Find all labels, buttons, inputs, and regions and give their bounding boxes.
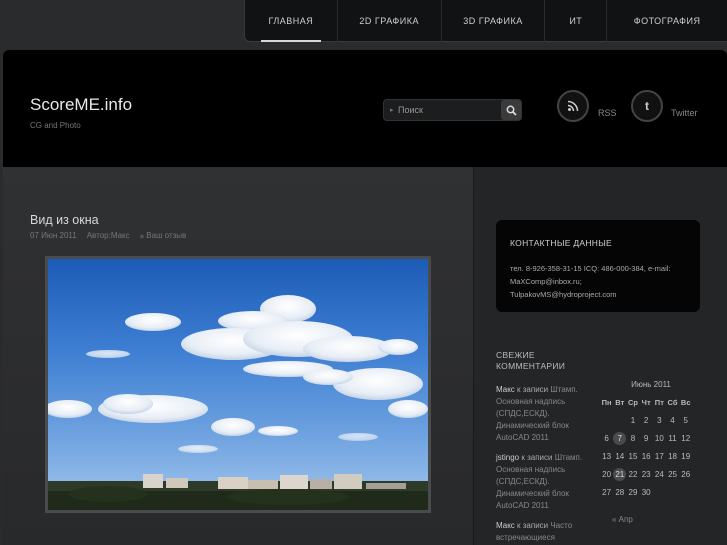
post-feedback-link[interactable]: ◆ Ваш отзыв — [140, 231, 187, 240]
rss-icon — [567, 100, 579, 112]
calendar-day: 27 — [602, 488, 612, 497]
calendar-day[interactable]: 7 — [613, 432, 627, 445]
calendar-day: 9 — [643, 434, 649, 443]
calendar-weekday-header: Ср — [627, 398, 638, 407]
search-button[interactable] — [501, 100, 521, 120]
nav-item-label: ГЛАВНАЯ — [268, 16, 314, 26]
comment-author[interactable]: Макс — [496, 521, 515, 530]
rss-label[interactable]: RSS — [598, 108, 617, 118]
calendar-day: 18 — [668, 452, 677, 461]
search-icon — [506, 105, 517, 116]
calendar-weekday-header: Пт — [654, 398, 664, 407]
nav-item-3d-graphics[interactable]: 3D ГРАФИКА — [442, 0, 546, 42]
nav-item-label: ФОТОГРАФИЯ — [633, 16, 701, 26]
calendar-day: 1 — [630, 416, 636, 425]
calendar-day: 2 — [643, 416, 649, 425]
top-navigation: ГЛАВНАЯ 2D ГРАФИКА 3D ГРАФИКА ИТ ФОТОГРА… — [244, 0, 727, 42]
calendar-day: 25 — [668, 470, 677, 479]
calendar-day: 24 — [654, 470, 664, 479]
calendar-day: 4 — [670, 416, 675, 425]
calendar-prev-link[interactable]: « Апр — [612, 515, 633, 524]
calendar-day: 28 — [615, 488, 625, 497]
calendar-day: 13 — [602, 452, 612, 461]
search-arrow-icon: ▸ — [390, 107, 394, 114]
list-item: jstingo к записи Штамп. Основная надпись… — [496, 452, 591, 512]
calendar-day: 26 — [681, 470, 691, 479]
calendar-grid: Пн Вт Ср Чт Пт Сб Вс 1 2 3 4 5 6 7 8 9 10 11 12 13 14 15 16 17 1… — [600, 394, 700, 502]
calendar-day: 12 — [681, 434, 691, 443]
calendar-day: 29 — [628, 488, 638, 497]
bullet-icon: ◆ — [139, 234, 145, 240]
nav-item-label: ИТ — [569, 16, 583, 26]
calendar-day: 8 — [630, 434, 636, 443]
calendar-day: 23 — [641, 470, 651, 479]
post-meta: 07 Июн 2011 Автор:Макс ◆ Ваш отзыв — [30, 231, 186, 240]
list-item: Макс к записи Штамп. Основная надпись (С… — [496, 384, 591, 444]
calendar-day: 15 — [628, 452, 638, 461]
calendar-weekday-header: Чт — [641, 398, 651, 407]
calendar-empty-cell — [600, 412, 613, 430]
main-content: Вид из окна 07 Июн 2011 Автор:Макс ◆ Ваш … — [3, 167, 473, 545]
post-author[interactable]: Автор:Макс — [87, 231, 130, 240]
calendar-day: 30 — [641, 488, 651, 497]
contact-box: КОНТАКТНЫЕ ДАННЫЕ тел. 8-926-358-31-15 I… — [496, 220, 700, 312]
recent-comments-list: Макс к записи Штамп. Основная надпись (С… — [496, 384, 591, 545]
nav-item-it[interactable]: ИТ — [545, 0, 608, 42]
post-title[interactable]: Вид из окна — [30, 213, 99, 227]
comment-connector: к записи — [519, 453, 555, 462]
contact-text: тел. 8-926-358-31-15 ICQ: 486-000-384, e… — [510, 264, 671, 299]
recent-comments-title: СВЕЖИЕ КОММЕНТАРИИ — [496, 350, 566, 371]
calendar-empty-cell — [613, 412, 626, 430]
twitter-label[interactable]: Twitter — [671, 108, 698, 118]
sky-city-photo — [48, 295, 428, 510]
comment-connector: к записи — [514, 521, 551, 530]
calendar-day: 10 — [654, 434, 664, 443]
contact-title: КОНТАКТНЫЕ ДАННЫЕ — [510, 238, 613, 248]
search-box: ▸ — [383, 99, 522, 121]
twitter-icon: t — [645, 99, 649, 113]
post-feedback-label: Ваш отзыв — [146, 231, 187, 240]
nav-item-label: 2D ГРАФИКА — [359, 16, 419, 26]
calendar-day: 22 — [628, 470, 638, 479]
calendar-day: 19 — [681, 452, 691, 461]
nav-item-2d-graphics[interactable]: 2D ГРАФИКА — [338, 0, 442, 42]
list-item: Макс к записи Часто встречающиеся пробле… — [496, 520, 591, 545]
calendar-day: 11 — [668, 434, 677, 443]
comment-connector: к записи — [514, 385, 551, 394]
calendar-day: 3 — [657, 416, 662, 425]
calendar-caption: Июнь 2011 — [631, 380, 671, 389]
calendar-day[interactable]: 21 — [613, 468, 627, 481]
calendar-day: 16 — [641, 452, 651, 461]
nav-item-home[interactable]: ГЛАВНАЯ — [245, 0, 338, 42]
comment-author[interactable]: Макс — [496, 385, 515, 394]
site-header: ScoreME.info CG and Photo ▸ RSS t Twitte… — [3, 50, 727, 167]
calendar-day: 17 — [654, 452, 664, 461]
calendar-empty-cell — [666, 484, 679, 502]
search-input[interactable] — [398, 102, 498, 118]
comment-author[interactable]: jstingo — [496, 453, 519, 462]
post-image[interactable] — [45, 256, 431, 513]
post-date: 07 Июн 2011 — [30, 231, 77, 240]
calendar-empty-cell — [653, 484, 666, 502]
rss-button[interactable] — [557, 90, 589, 122]
calendar-weekday-header: Пн — [601, 398, 612, 407]
calendar-weekday-header: Вс — [680, 398, 691, 407]
calendar-weekday-header: Вт — [615, 398, 625, 407]
sidebar: КОНТАКТНЫЕ ДАННЫЕ тел. 8-926-358-31-15 I… — [473, 167, 727, 545]
nav-item-photography[interactable]: ФОТОГРАФИЯ — [607, 0, 727, 42]
calendar-day: 20 — [602, 470, 612, 479]
nav-item-label: 3D ГРАФИКА — [463, 16, 523, 26]
site-subtitle: CG and Photo — [30, 121, 81, 130]
twitter-button[interactable]: t — [631, 90, 663, 122]
calendar-day: 5 — [683, 416, 688, 425]
calendar-empty-cell — [679, 484, 692, 502]
calendar: Июнь 2011 Пн Вт Ср Чт Пт Сб Вс 1 2 3 4 5 6 7 8 9 10 11 12 1… — [600, 380, 700, 524]
site-title[interactable]: ScoreME.info — [30, 95, 132, 115]
calendar-day: 14 — [615, 452, 625, 461]
calendar-day: 6 — [604, 434, 609, 443]
calendar-weekday-header: Сб — [667, 398, 678, 407]
